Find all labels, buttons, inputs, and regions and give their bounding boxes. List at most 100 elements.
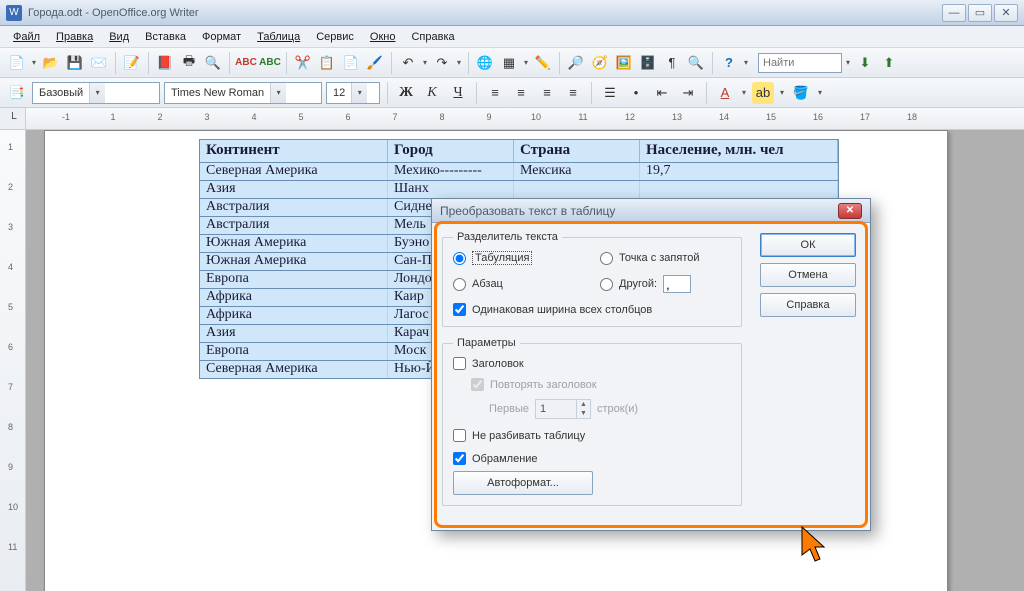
datasources-button[interactable]: 🗄️	[637, 52, 659, 74]
autospellcheck-button[interactable]: ABC	[259, 52, 281, 74]
insert-table-dropdown[interactable]: ▾	[522, 52, 530, 74]
menu-edit[interactable]: Правка	[49, 29, 100, 45]
font-size-dropdown[interactable]: ▾	[351, 83, 367, 103]
insert-table-button[interactable]: ▦	[498, 52, 520, 74]
check-header[interactable]: Заголовок	[453, 357, 731, 370]
align-justify-button[interactable]: ≡	[562, 82, 584, 104]
edit-mode-button[interactable]: 📝	[121, 52, 143, 74]
navigator-button[interactable]: 🧭	[589, 52, 611, 74]
redo-dropdown[interactable]: ▾	[455, 52, 463, 74]
bgcolor-button[interactable]: 🪣	[790, 82, 812, 104]
find-dropdown[interactable]: ▾	[844, 52, 852, 74]
radio-other-input[interactable]	[600, 278, 613, 291]
cancel-button[interactable]: Отмена	[760, 263, 856, 287]
radio-semicolon-label: Точка с запятой	[619, 252, 700, 264]
find-input[interactable]	[758, 53, 842, 73]
new-doc-dropdown[interactable]: ▾	[30, 52, 38, 74]
dialog-title: Преобразовать текст в таблицу	[440, 204, 615, 218]
align-left-button[interactable]: ≡	[484, 82, 506, 104]
find-next-button[interactable]: ⬇	[854, 52, 876, 74]
ok-button[interactable]: ОК	[760, 233, 856, 257]
separator-legend: Разделитель текста	[453, 231, 562, 243]
menu-format[interactable]: Формат	[195, 29, 248, 45]
vertical-ruler[interactable]: 1234567891011	[0, 130, 26, 591]
align-center-button[interactable]: ≡	[510, 82, 532, 104]
save-button[interactable]: 💾	[64, 52, 86, 74]
menu-file[interactable]: Файл	[6, 29, 47, 45]
dialog-close-button[interactable]: ✕	[838, 203, 862, 219]
spellcheck-button[interactable]: ABC	[235, 52, 257, 74]
highlight-dropdown[interactable]: ▾	[778, 82, 786, 104]
font-color-button[interactable]: A	[714, 82, 736, 104]
horizontal-ruler[interactable]: -1123456789101112131415161718	[26, 108, 1024, 129]
radio-other[interactable]: Другой:	[600, 278, 657, 291]
font-name-combo[interactable]: Times New Roman ▾	[164, 82, 322, 104]
window-close-button[interactable]: ✕	[994, 4, 1018, 22]
menu-help[interactable]: Справка	[404, 29, 461, 45]
cut-button[interactable]: ✂️	[292, 52, 314, 74]
bold-button[interactable]: Ж	[395, 82, 417, 104]
toolbar-overflow[interactable]: ▾	[742, 52, 750, 74]
bullet-list-button[interactable]: •	[625, 82, 647, 104]
radio-semicolon-input[interactable]	[600, 252, 613, 265]
check-equal-width[interactable]: Одинаковая ширина всех столбцов	[453, 303, 731, 316]
paste-button[interactable]: 📄	[340, 52, 362, 74]
font-name-dropdown[interactable]: ▾	[270, 83, 286, 103]
help-button[interactable]: ?	[718, 52, 740, 74]
radio-tab-input[interactable]	[453, 252, 466, 265]
gallery-button[interactable]: 🖼️	[613, 52, 635, 74]
autoformat-button[interactable]: Автоформат...	[453, 471, 593, 495]
menu-insert[interactable]: Вставка	[138, 29, 193, 45]
bgcolor-dropdown[interactable]: ▾	[816, 82, 824, 104]
zoom-button[interactable]: 🔍	[685, 52, 707, 74]
radio-paragraph-input[interactable]	[453, 278, 466, 291]
undo-button[interactable]: ↶	[397, 52, 419, 74]
check-border-input[interactable]	[453, 452, 466, 465]
find-prev-button[interactable]: ⬆	[878, 52, 900, 74]
paragraph-style-dropdown[interactable]: ▾	[89, 83, 105, 103]
font-color-dropdown[interactable]: ▾	[740, 82, 748, 104]
styles-dialog-button[interactable]: 📑	[6, 82, 28, 104]
check-header-input[interactable]	[453, 357, 466, 370]
check-border[interactable]: Обрамление	[453, 452, 731, 465]
check-no-split[interactable]: Не разбивать таблицу	[453, 429, 731, 442]
undo-dropdown[interactable]: ▾	[421, 52, 429, 74]
radio-semicolon[interactable]: Точка с запятой	[600, 252, 731, 265]
show-draw-button[interactable]: ✏️	[532, 52, 554, 74]
help-button[interactable]: Справка	[760, 293, 856, 317]
format-paintbrush-button[interactable]: 🖌️	[364, 52, 386, 74]
check-equal-width-input[interactable]	[453, 303, 466, 316]
menu-window[interactable]: Окно	[363, 29, 403, 45]
menu-tools[interactable]: Сервис	[309, 29, 361, 45]
print-preview-button[interactable]: 🔍	[202, 52, 224, 74]
window-minimize-button[interactable]: —	[942, 4, 966, 22]
new-doc-button[interactable]: 📄	[6, 52, 28, 74]
numbered-list-button[interactable]: ☰	[599, 82, 621, 104]
table-cell: Австралия	[200, 199, 388, 216]
decrease-indent-button[interactable]: ⇤	[651, 82, 673, 104]
mail-button[interactable]: ✉️	[88, 52, 110, 74]
hyperlink-button[interactable]: 🌐	[474, 52, 496, 74]
font-size-combo[interactable]: 12 ▾	[326, 82, 380, 104]
menu-view[interactable]: Вид	[102, 29, 136, 45]
other-separator-input[interactable]	[663, 275, 691, 293]
find-replace-button[interactable]: 🔎	[565, 52, 587, 74]
increase-indent-button[interactable]: ⇥	[677, 82, 699, 104]
underline-button[interactable]: Ч	[447, 82, 469, 104]
paragraph-style-combo[interactable]: Базовый ▾	[32, 82, 160, 104]
align-right-button[interactable]: ≡	[536, 82, 558, 104]
radio-paragraph[interactable]: Абзац	[453, 278, 584, 291]
open-button[interactable]: 📂	[40, 52, 62, 74]
highlight-button[interactable]: ab	[752, 82, 774, 104]
copy-button[interactable]: 📋	[316, 52, 338, 74]
italic-button[interactable]: К	[421, 82, 443, 104]
export-pdf-button[interactable]: 📕	[154, 52, 176, 74]
print-button[interactable]: 🖶	[178, 52, 200, 74]
radio-tab[interactable]: Табуляция	[453, 251, 584, 265]
window-restore-button[interactable]: ▭	[968, 4, 992, 22]
nonprinting-button[interactable]: ¶	[661, 52, 683, 74]
redo-button[interactable]: ↷	[431, 52, 453, 74]
dialog-titlebar[interactable]: Преобразовать текст в таблицу ✕	[432, 199, 870, 223]
check-no-split-input[interactable]	[453, 429, 466, 442]
menu-table[interactable]: Таблица	[250, 29, 307, 45]
